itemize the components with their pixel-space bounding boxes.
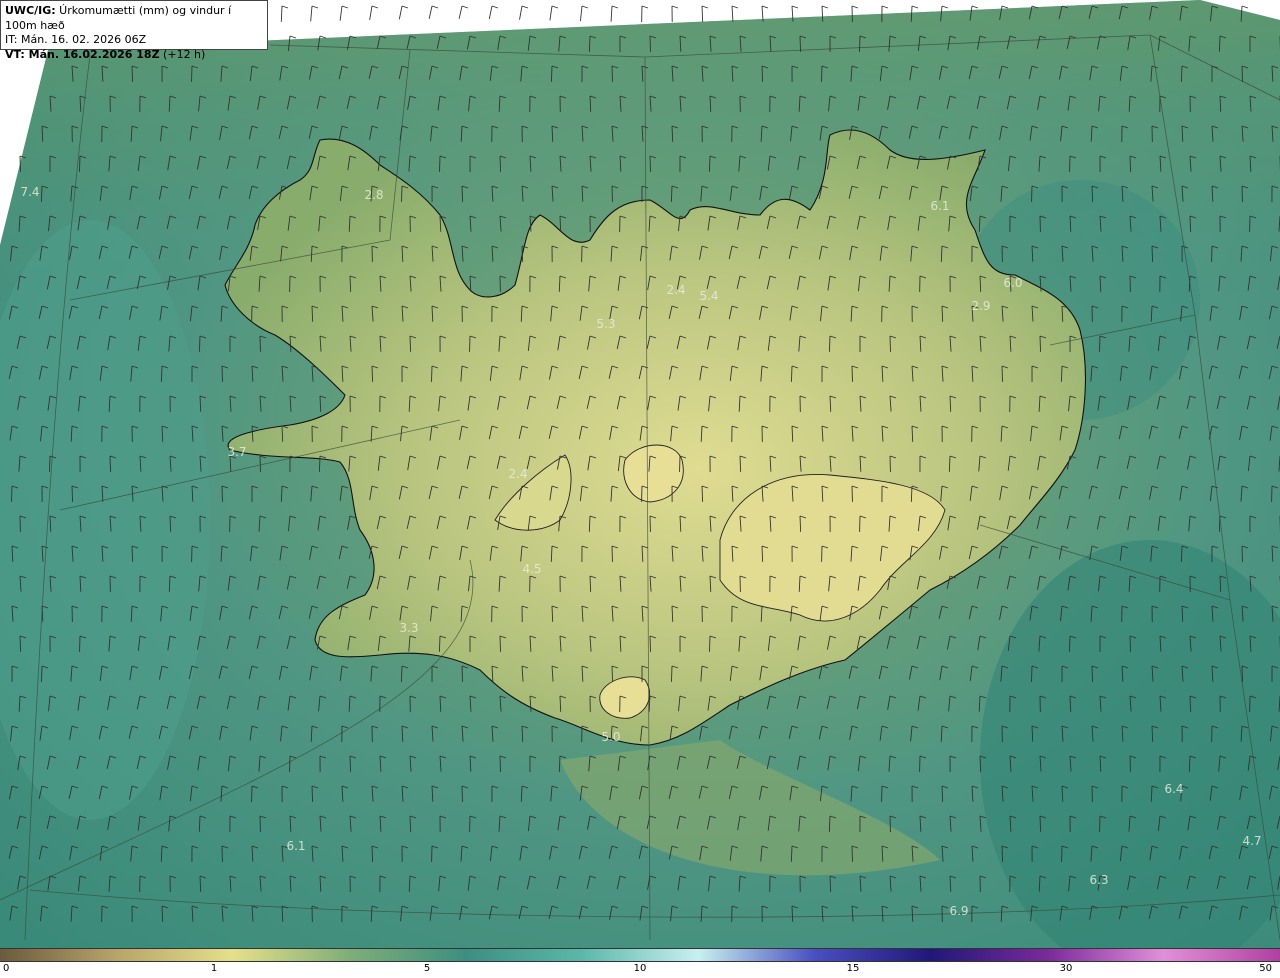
valid-time-line: VT: Mán. 16.02.2026 18Z (+12 h): [5, 48, 263, 63]
colorbar-tick: 10: [633, 963, 647, 974]
precip-value-label: 4.5: [522, 562, 541, 576]
precip-value-label: 6.0: [1003, 276, 1022, 290]
valid-time: VT: Mán. 16.02.2026 18Z: [5, 47, 160, 61]
init-time: IT: Mán. 16. 02. 2026 06Z: [5, 33, 147, 46]
colorbar-tick: 1: [210, 963, 218, 974]
precip-value-label: 2.8: [364, 188, 383, 202]
title-line: UWC/IG: Úrkomumætti (mm) og vindur í 100…: [5, 4, 263, 33]
precip-value-label: 6.9: [949, 904, 968, 918]
precip-value-label: 6.1: [930, 199, 949, 213]
precipitation-colorbar: [0, 948, 1280, 962]
precip-value-label: 5.3: [596, 317, 615, 331]
precip-value-label: 7.4: [20, 185, 39, 199]
precip-value-label: 4.7: [1242, 834, 1261, 848]
precip-value-label: 2.9: [971, 299, 990, 313]
colorbar-tick: 30: [1059, 963, 1073, 974]
colorbar-tick: 5: [423, 963, 431, 974]
precip-value-label: 5.4: [699, 289, 718, 303]
colorbar-tick: 0: [3, 963, 10, 974]
precip-value-label: 2.4: [666, 283, 685, 297]
colorbar-tick: 50: [1259, 963, 1272, 974]
precip-value-label: 6.3: [1089, 873, 1108, 887]
precip-value-label: 3.3: [399, 621, 418, 635]
precip-value-label: 6.4: [1164, 782, 1183, 796]
lead-time: (+12 h): [159, 47, 206, 61]
precip-value-label: 2.4: [508, 467, 527, 481]
colorbar-ticks: 0 1 5 10 15 30 50: [0, 962, 1280, 978]
forecast-info-box: UWC/IG: Úrkomumætti (mm) og vindur í 100…: [0, 0, 268, 61]
precip-value-label: 5.0: [601, 730, 620, 744]
precip-value-label: 6.1: [286, 839, 305, 853]
colorbar-tick: 15: [846, 963, 860, 974]
precip-value-label: 3.7: [227, 445, 246, 459]
forecast-map: 7.4 2.8 6.1 6.0 2.9 2.4 5.4 5.3 3.7 2.4 4.5 3.3 5.0 6…: [0, 0, 1280, 948]
model-code: UWC/IG:: [5, 4, 56, 17]
